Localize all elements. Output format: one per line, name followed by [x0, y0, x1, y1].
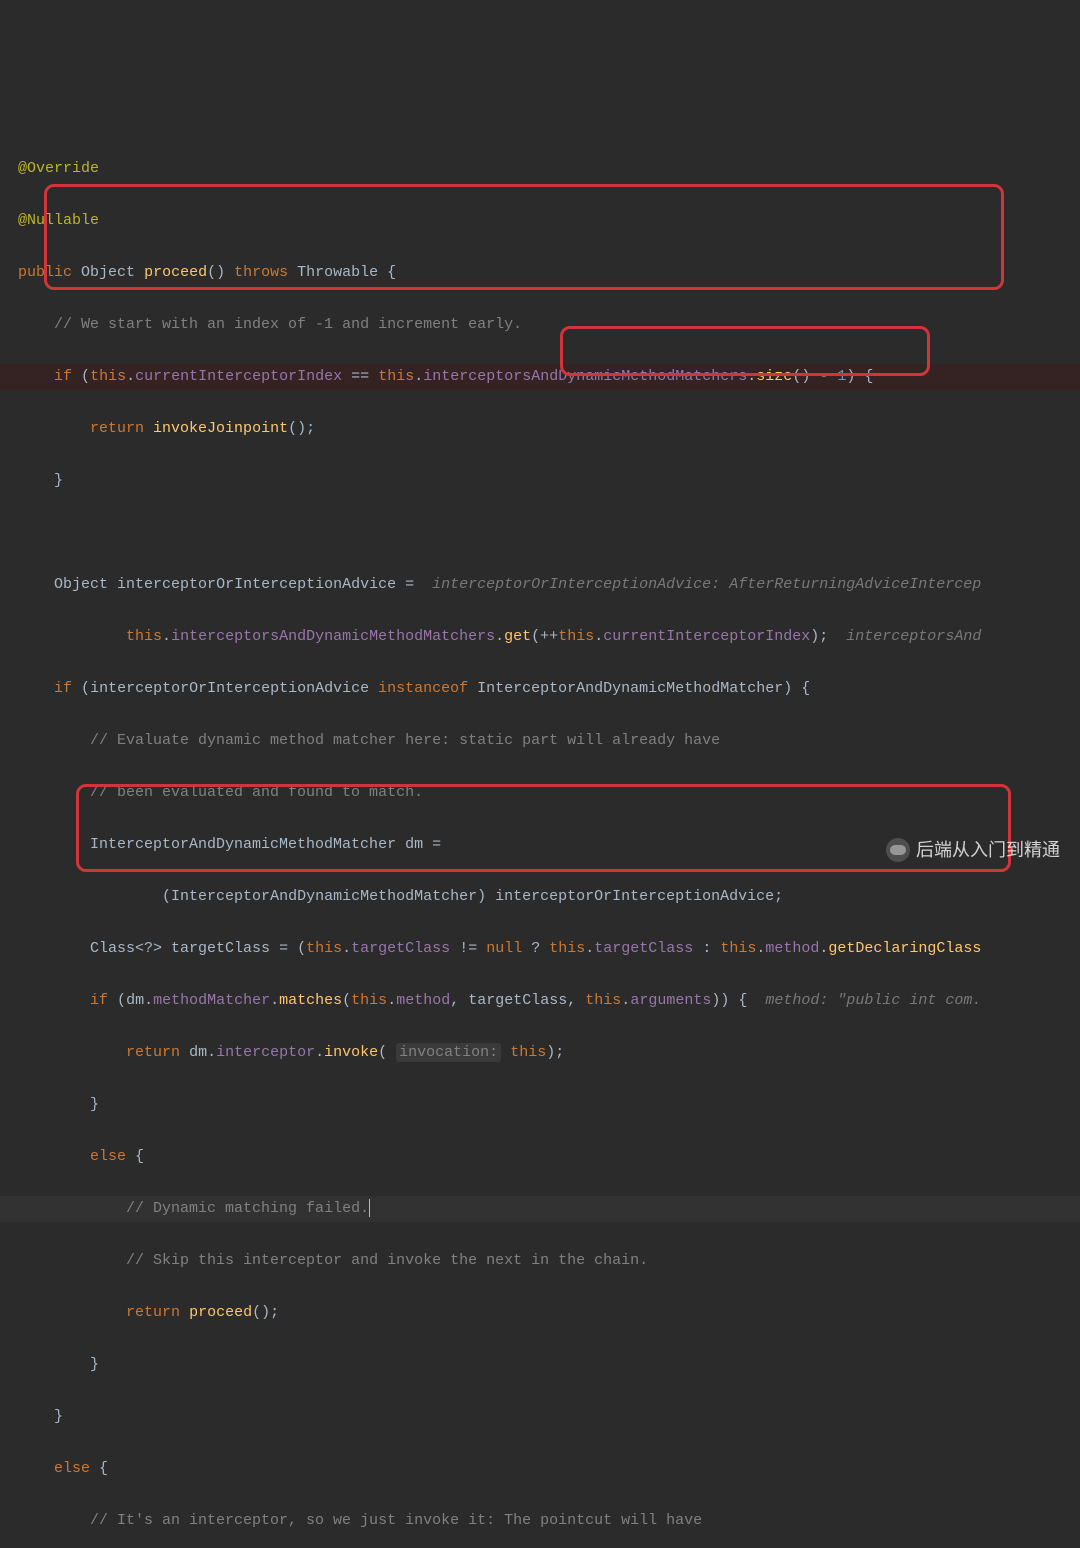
code-editor[interactable]: @Override @Nullable public Object procee…	[0, 104, 1080, 878]
type: InterceptorAndDynamicMethodMatcher	[90, 836, 396, 853]
kw-throws: throws	[234, 264, 288, 281]
code-line: this.interceptorsAndDynamicMethodMatcher…	[0, 624, 1080, 650]
field: targetClass	[351, 940, 450, 957]
kw-else: else	[90, 1148, 126, 1165]
comment: // It's an interceptor, so we just invok…	[90, 1512, 702, 1529]
type: InterceptorAndDynamicMethodMatcher	[477, 680, 783, 697]
annotation-override: @Override	[18, 160, 99, 177]
code-line: @Nullable	[0, 208, 1080, 234]
code-line: }	[0, 1404, 1080, 1430]
field: currentInterceptorIndex	[135, 368, 342, 385]
inline-hint: method: "public int com.	[765, 992, 981, 1009]
variable: targetClass	[171, 940, 270, 957]
kw-public: public	[18, 264, 72, 281]
field: method	[396, 992, 450, 1009]
annotation-nullable: @Nullable	[18, 212, 99, 229]
code-line: // Dynamic matching failed.	[0, 1196, 1080, 1222]
kw-this: this	[378, 368, 414, 385]
code-line: // Skip this interceptor and invoke the …	[0, 1248, 1080, 1274]
kw-return: return	[126, 1044, 180, 1061]
code-line: if (this.currentInterceptorIndex == this…	[0, 364, 1080, 390]
kw-this: this	[549, 940, 585, 957]
comment: // Dynamic matching failed.	[126, 1200, 369, 1217]
code-line: return dm.interceptor.invoke( invocation…	[0, 1040, 1080, 1066]
comment: // been evaluated and found to match.	[90, 784, 423, 801]
code-line: else {	[0, 1456, 1080, 1482]
field: methodMatcher	[153, 992, 270, 1009]
comment: // Evaluate dynamic method matcher here:…	[90, 732, 720, 749]
inline-hint: interceptorsAnd	[846, 628, 981, 645]
code-line: return proceed();	[0, 1300, 1080, 1326]
kw-if: if	[54, 680, 72, 697]
kw-if: if	[90, 992, 108, 1009]
cast-type: InterceptorAndDynamicMethodMatcher	[171, 888, 477, 905]
code-line: if (dm.methodMatcher.matches(this.method…	[0, 988, 1080, 1014]
method-call: getDeclaringClass	[828, 940, 981, 957]
field: arguments	[630, 992, 711, 1009]
kw-if: if	[54, 368, 72, 385]
variable: interceptorOrInterceptionAdvice	[90, 680, 369, 697]
kw-this: this	[720, 940, 756, 957]
method-call: size	[756, 368, 792, 385]
type: Object	[54, 576, 108, 593]
field: interceptor	[216, 1044, 315, 1061]
kw-this: this	[306, 940, 342, 957]
throws-type: Throwable	[297, 264, 378, 281]
code-line: }	[0, 1092, 1080, 1118]
kw-this: this	[510, 1044, 546, 1061]
code-line: Class<?> targetClass = (this.targetClass…	[0, 936, 1080, 962]
kw-return: return	[90, 420, 144, 437]
number-literal: 1	[837, 368, 846, 385]
type: Class<?>	[90, 940, 162, 957]
field: currentInterceptorIndex	[603, 628, 810, 645]
code-line: Object interceptorOrInterceptionAdvice =…	[0, 572, 1080, 598]
kw-this: this	[351, 992, 387, 1009]
field: interceptorsAndDynamicMethodMatchers	[423, 368, 747, 385]
code-line: public Object proceed() throws Throwable…	[0, 260, 1080, 286]
comment: // We start with an index of -1 and incr…	[54, 316, 522, 333]
code-line: return invokeJoinpoint();	[0, 416, 1080, 442]
field: method	[765, 940, 819, 957]
code-line: }	[0, 468, 1080, 494]
inline-hint: interceptorOrInterceptionAdvice: AfterRe…	[432, 576, 981, 593]
code-line	[0, 520, 1080, 546]
kw-this: this	[585, 992, 621, 1009]
kw-this: this	[90, 368, 126, 385]
method-call: invoke	[324, 1044, 378, 1061]
method-name: proceed	[144, 264, 207, 281]
comment: // Skip this interceptor and invoke the …	[126, 1252, 648, 1269]
wechat-icon	[886, 838, 910, 862]
method-call: proceed	[189, 1304, 252, 1321]
variable: dm	[405, 836, 423, 853]
return-type: Object	[81, 264, 135, 281]
watermark: 后端从入门到精通	[886, 837, 1060, 863]
variable: interceptorOrInterceptionAdvice	[117, 576, 396, 593]
text-cursor	[369, 1199, 370, 1217]
field: targetClass	[594, 940, 693, 957]
variable: interceptorOrInterceptionAdvice	[495, 888, 774, 905]
kw-return: return	[126, 1304, 180, 1321]
code-line: // It's an interceptor, so we just invok…	[0, 1508, 1080, 1534]
code-line: // Evaluate dynamic method matcher here:…	[0, 728, 1080, 754]
code-line: (InterceptorAndDynamicMethodMatcher) int…	[0, 884, 1080, 910]
code-line: // been evaluated and found to match.	[0, 780, 1080, 806]
kw-instanceof: instanceof	[378, 680, 468, 697]
kw-this: this	[558, 628, 594, 645]
method-call: get	[504, 628, 531, 645]
method-call: matches	[279, 992, 342, 1009]
kw-else: else	[54, 1460, 90, 1477]
param-hint: invocation:	[396, 1043, 501, 1062]
code-line: else {	[0, 1144, 1080, 1170]
code-line: @Override	[0, 156, 1080, 182]
code-line: // We start with an index of -1 and incr…	[0, 312, 1080, 338]
field: interceptorsAndDynamicMethodMatchers	[171, 628, 495, 645]
watermark-text: 后端从入门到精通	[916, 837, 1060, 863]
code-line: }	[0, 1352, 1080, 1378]
kw-this: this	[126, 628, 162, 645]
method-call: invokeJoinpoint	[153, 420, 288, 437]
code-line: if (interceptorOrInterceptionAdvice inst…	[0, 676, 1080, 702]
